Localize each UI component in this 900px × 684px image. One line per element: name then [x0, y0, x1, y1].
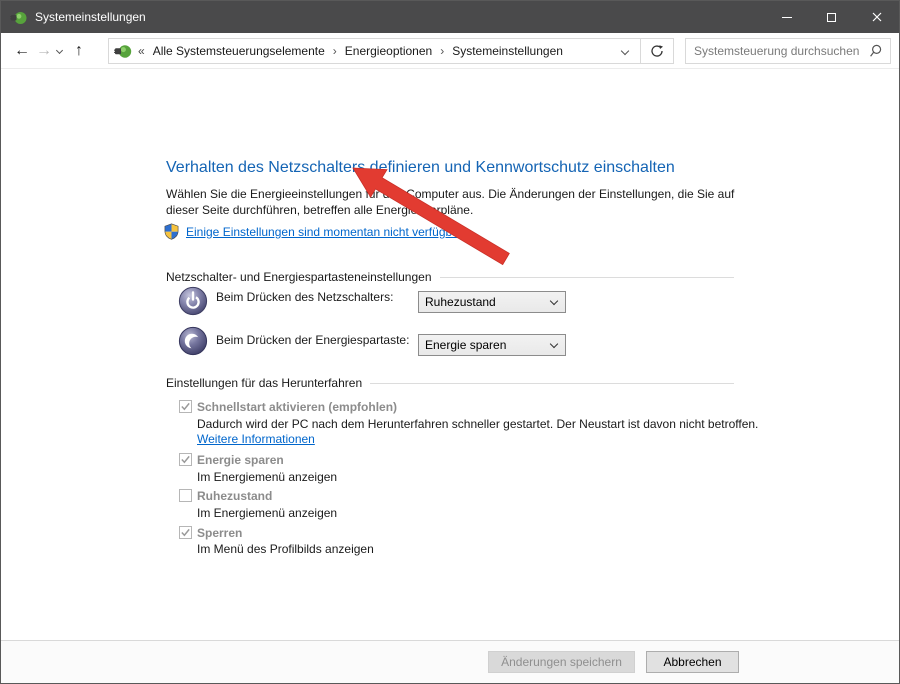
breadcrumb-item-all-control-panel-items[interactable]: Alle Systemsteuerungselemente: [151, 44, 327, 58]
refresh-button[interactable]: [641, 39, 673, 63]
sleep-button-icon: [178, 326, 208, 356]
chevron-down-icon: [550, 297, 558, 305]
search-box: [685, 38, 891, 64]
chevron-down-icon: [550, 340, 558, 348]
titlebar: Systemeinstellungen: [1, 1, 899, 33]
group-rule: [440, 277, 735, 278]
group-power-buttons-title: Netzschalter- und Energiespartasteneinst…: [166, 270, 432, 284]
uac-shield-icon: [163, 223, 180, 240]
system-settings-window: Systemeinstellungen ← → ↑: [0, 0, 900, 684]
maximize-icon: [827, 13, 836, 22]
page-title: Verhalten des Netzschalters definieren u…: [166, 159, 675, 177]
close-icon: [872, 12, 882, 22]
group-shutdown-settings: Einstellungen für das Herunterfahren: [166, 376, 734, 390]
minimize-button[interactable]: [764, 1, 809, 33]
sleep-button-action-select[interactable]: Energie sparen: [418, 334, 566, 356]
window-controls: [764, 1, 899, 33]
power-button-action-value: Ruhezustand: [425, 295, 551, 309]
checkbox-fast-startup-label: Schnellstart aktivieren (empfohlen): [197, 400, 397, 414]
forward-button[interactable]: →: [33, 42, 55, 60]
power-button-icon: [178, 286, 208, 316]
breadcrumb-separator-icon: ›: [327, 44, 343, 58]
navigation-bar: ← → ↑ « Alle Systemsteuerungselemente › …: [1, 33, 899, 69]
address-bar[interactable]: « Alle Systemsteuerungselemente › Energi…: [108, 38, 674, 64]
maximize-button[interactable]: [809, 1, 854, 33]
sleep-description: Im Energiemenü anzeigen: [197, 470, 762, 485]
checkbox-hibernate-label: Ruhezustand: [197, 489, 272, 503]
intro-text: Wählen Sie die Energieeinstellungen für …: [166, 187, 754, 218]
group-shutdown-settings-title: Einstellungen für das Herunterfahren: [166, 376, 362, 390]
breadcrumb-item-system-settings[interactable]: Systemeinstellungen: [450, 44, 565, 58]
breadcrumb-overflow[interactable]: «: [138, 44, 145, 58]
checkbox-hibernate[interactable]: [179, 489, 192, 502]
chevron-down-icon: [621, 47, 629, 55]
checkbox-fast-startup[interactable]: [179, 400, 192, 413]
checkmark-icon: [180, 401, 191, 412]
cancel-button[interactable]: Abbrechen: [646, 651, 739, 673]
breadcrumb: « Alle Systemsteuerungselemente › Energi…: [138, 44, 565, 58]
power-button-row-label: Beim Drücken des Netzschalters:: [216, 290, 393, 304]
hibernate-description: Im Energiemenü anzeigen: [197, 506, 762, 521]
group-power-buttons: Netzschalter- und Energiespartasteneinst…: [166, 270, 734, 284]
uac-settings-unavailable-link[interactable]: Einige Einstellungen sind momentan nicht…: [186, 225, 466, 239]
sleep-button-action-value: Energie sparen: [425, 338, 551, 352]
uac-notice-row: Einige Einstellungen sind momentan nicht…: [163, 223, 466, 240]
back-button[interactable]: ←: [11, 42, 33, 60]
fast-startup-description: Dadurch wird der PC nach dem Herunterfah…: [197, 417, 762, 447]
main-content: Verhalten des Netzschalters definieren u…: [1, 69, 899, 640]
group-rule: [370, 383, 734, 384]
checkbox-lock[interactable]: [179, 526, 192, 539]
checkbox-lock-label: Sperren: [197, 526, 242, 540]
checkbox-sleep[interactable]: [179, 453, 192, 466]
search-input[interactable]: [686, 40, 868, 62]
checkmark-icon: [180, 454, 191, 465]
power-options-location-icon: [114, 42, 132, 60]
window-title: Systemeinstellungen: [35, 10, 146, 24]
recent-pages-chevron-icon[interactable]: [56, 46, 63, 53]
power-button-action-select[interactable]: Ruhezustand: [418, 291, 566, 313]
sleep-button-row-label: Beim Drücken der Energiespartaste:: [216, 333, 409, 347]
address-dropdown-button[interactable]: [610, 39, 640, 63]
checkbox-sleep-label: Energie sparen: [197, 453, 284, 467]
lock-description: Im Menü des Profilbilds anzeigen: [197, 542, 762, 557]
minimize-icon: [782, 17, 792, 18]
up-button[interactable]: ↑: [68, 42, 90, 60]
checkmark-icon: [180, 527, 191, 538]
breadcrumb-separator-icon: ›: [434, 44, 450, 58]
footer-bar: Änderungen speichern Abbrechen: [1, 640, 899, 683]
more-information-link[interactable]: Weitere Informationen: [197, 432, 315, 446]
power-options-app-icon: [10, 9, 27, 26]
breadcrumb-item-power-options[interactable]: Energieoptionen: [343, 44, 434, 58]
save-changes-button[interactable]: Änderungen speichern: [488, 651, 635, 673]
close-button[interactable]: [854, 1, 899, 33]
fast-startup-description-text: Dadurch wird der PC nach dem Herunterfah…: [197, 417, 758, 431]
search-icon: [868, 44, 882, 58]
refresh-icon: [650, 44, 664, 58]
